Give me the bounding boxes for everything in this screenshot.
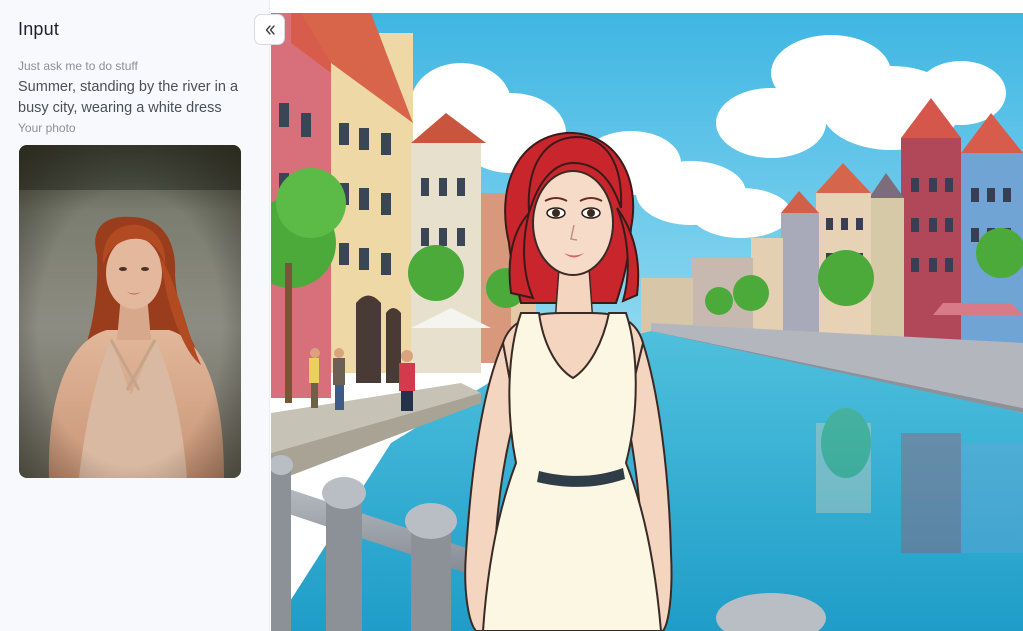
app-window: Input Just ask me to do stuff Summer, st… [0,0,1023,631]
prompt-label: Just ask me to do stuff [18,59,138,73]
prompt-text: Summer, standing by the river in a busy … [18,79,239,116]
double-chevron-left-icon [265,24,275,35]
sidebar-title: Input [18,19,60,39]
generated-image [271,13,1023,631]
collapse-sidebar-button[interactable] [254,14,285,45]
photo-label: Your photo [18,121,76,135]
input-sidebar: Input Just ask me to do stuff Summer, st… [0,0,270,631]
input-photo [19,145,241,478]
